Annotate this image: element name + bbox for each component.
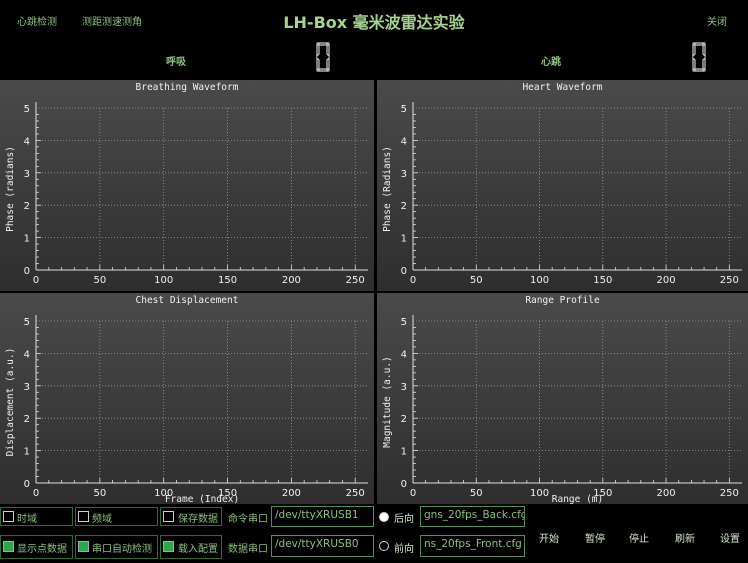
cmd-port-input[interactable]: /dev/ttyXRUSB1 [271,506,374,527]
x-tick-label: 100 [530,488,549,499]
stop-button[interactable]: 停止 [619,530,659,545]
y-axis-label: Phase (radians) [5,146,16,232]
plot-canvas: 0 50 100 150 200 250 0 1 2 3 4 5 Phase (Radians) [382,102,742,286]
back-config-input[interactable]: gns_20fps_Back.cfg [420,506,525,527]
heart-waveform-plot[interactable]: Heart Waveform 0 50 100 150 200 250 0 1 2 3 4 5 Phas… [377,80,748,291]
y-tick-label: 0 [401,266,407,277]
show-points-checkbox[interactable] [3,541,14,552]
y-tick-label: 0 [24,266,30,277]
data-port-input[interactable]: /dev/ttyXRUSB0 [271,535,374,557]
pause-button[interactable]: 暂停 [575,530,615,545]
range-profile-plot[interactable]: Range Profile 0 50 100 150 200 250 0 1 2 3 4 5 Magni… [377,293,748,504]
x-tick-label: 250 [346,488,365,499]
y-tick-label: 4 [24,136,30,147]
freq-domain-label: 频域 [92,514,112,525]
refresh-button[interactable]: 刷新 [665,530,705,545]
x-tick-label: 0 [33,488,39,499]
x-tick-label: 150 [218,275,237,286]
time-domain-label: 时域 [17,514,37,525]
x-tick-label: 200 [657,275,676,286]
heart-rate-display [692,42,706,72]
x-tick-label: 200 [657,488,676,499]
x-tick-label: 200 [282,488,301,499]
x-tick-label: 250 [720,488,739,499]
x-tick-label: 250 [346,275,365,286]
auto-detect-label: 串口自动检测 [92,544,152,555]
back-radio[interactable] [379,512,389,522]
cmd-port-label: 命令串口 [228,514,268,525]
y-tick-label: 2 [24,201,30,212]
auto-detect-checkbox[interactable] [78,541,89,552]
save-data-label: 保存数据 [178,514,218,525]
y-tick-label: 0 [401,479,407,490]
x-tick-label: 100 [530,275,549,286]
y-tick-label: 3 [24,382,30,393]
y-tick-label: 3 [401,382,407,393]
breath-label: 呼吸 [166,57,186,68]
y-tick-label: 5 [401,104,407,115]
y-tick-label: 5 [24,317,30,328]
y-axis-label: Magnitude (a.u.) [382,356,393,448]
chest-displacement-plot[interactable]: Chest Displacement 0 50 100 150 200 250 0 1 2 3 4 5… [0,293,374,504]
y-tick-label: 1 [401,234,407,245]
load-config-label: 载入配置 [178,544,218,555]
breath-rate-display [316,42,330,72]
settings-button[interactable]: 设置 [710,530,748,545]
x-tick-label: 50 [93,488,106,499]
y-tick-label: 1 [401,447,407,458]
y-tick-label: 2 [401,414,407,425]
x-tick-label: 0 [410,488,416,499]
breathing-waveform-plot[interactable]: Breathing Waveform 0 50 100 150 200 250 0 1 2 3 4 5… [0,80,374,291]
load-config-checkbox[interactable] [163,541,174,552]
save-data-checkbox[interactable] [163,511,174,522]
y-tick-label: 3 [401,169,407,180]
x-tick-label: 250 [720,275,739,286]
y-tick-label: 5 [24,104,30,115]
y-tick-label: 4 [401,136,407,147]
x-tick-label: 100 [154,275,173,286]
y-axis-label: Displacement (a.u.) [5,348,16,457]
freq-domain-checkbox[interactable] [78,511,89,522]
time-domain-checkbox[interactable] [3,511,14,522]
front-radio[interactable] [379,541,389,551]
x-tick-label: 50 [470,488,483,499]
x-tick-label: 200 [282,275,301,286]
back-label: 后向 [394,514,414,525]
x-tick-label: 50 [470,275,483,286]
data-port-label: 数据串口 [228,544,268,555]
y-tick-label: 4 [24,349,30,360]
plot-canvas: 0 50 100 150 200 250012345Displacement (a.u.)… [5,315,368,504]
page-title: LH-Box 毫米波雷达实验 [283,13,465,32]
start-button[interactable]: 开始 [529,530,569,545]
x-tick-label: 0 [33,275,39,286]
x-tick-label: 50 [93,275,106,286]
y-axis-label: Phase (Radians) [382,146,393,232]
front-label: 前向 [394,544,414,555]
heart-label: 心跳 [541,57,561,68]
y-tick-label: 1 [24,447,30,458]
x-axis-label: Range (m) [552,494,603,504]
y-tick-label: 2 [401,201,407,212]
y-tick-label: 2 [24,414,30,425]
y-tick-label: 4 [401,349,407,360]
show-points-label: 显示点数据 [17,544,67,555]
y-tick-label: 5 [401,317,407,328]
x-axis-label: Frame (Index) [165,494,239,504]
x-tick-label: 0 [410,275,416,286]
x-tick-label: 150 [593,275,612,286]
plot-canvas: 0 50 100 150 200 250012345Magnitude (a.u.)Ran… [382,315,742,504]
y-tick-label: 3 [24,169,30,180]
front-config-input[interactable]: ns_20fps_Front.cfg [420,535,525,557]
plot-canvas: 0 50 100 150 200 250 0 1 2 3 4 5 Phase (radians) [5,102,368,286]
y-tick-label: 1 [24,234,30,245]
close-button[interactable]: 关闭 [707,13,727,28]
y-tick-label: 0 [24,479,30,490]
